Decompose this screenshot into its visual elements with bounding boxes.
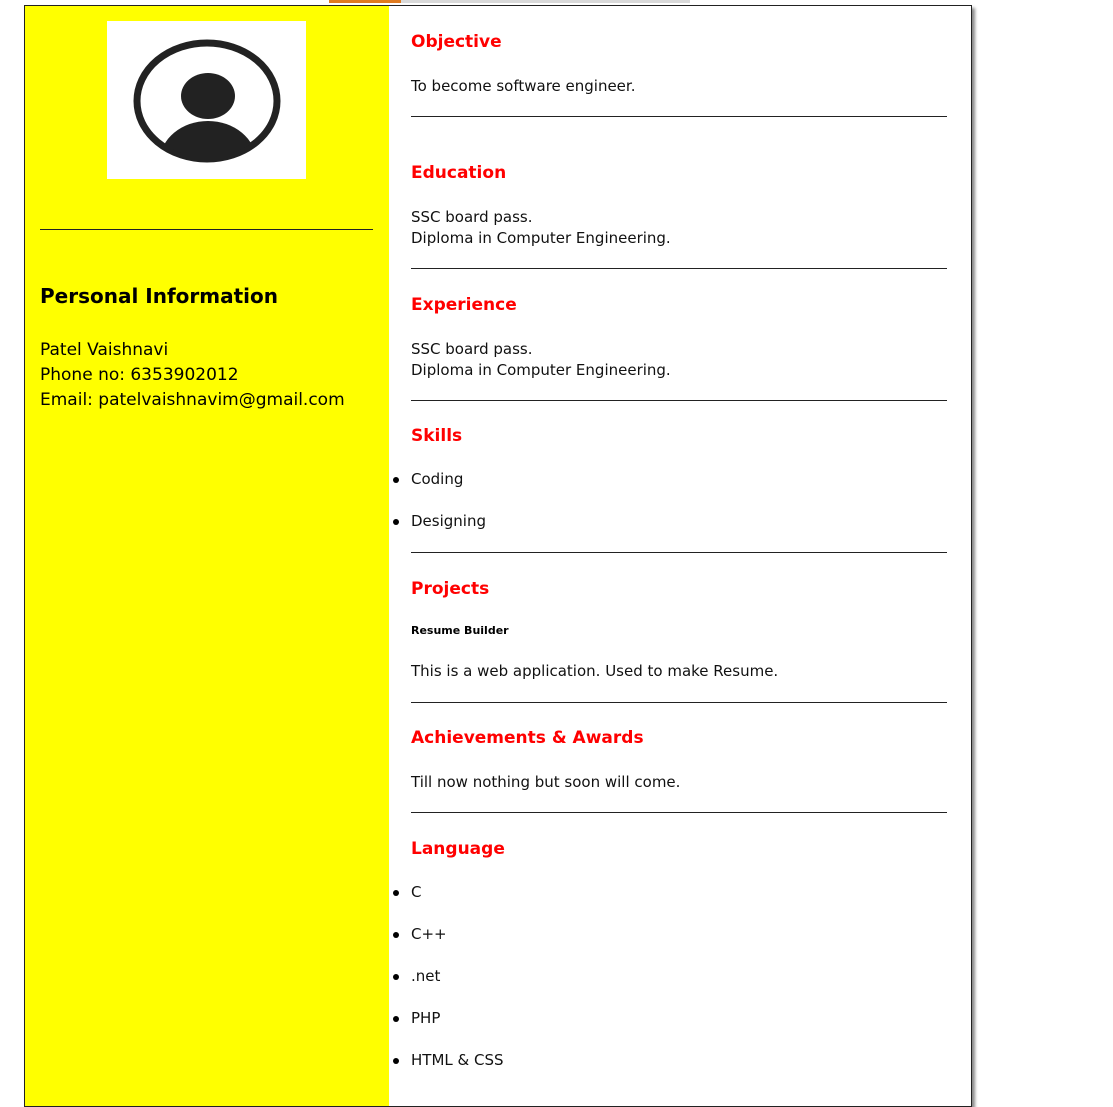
projects-title: Projects — [411, 579, 490, 599]
phone-number: Phone no: 6353902012 — [40, 365, 239, 385]
bullet-icon — [393, 932, 399, 938]
skill-label: Designing — [411, 512, 486, 530]
education-title: Education — [411, 163, 507, 183]
experience-title: Experience — [411, 295, 517, 315]
language-item: C++ — [393, 925, 447, 943]
section-divider — [411, 812, 947, 813]
achievements-line: Till now nothing but soon will come. — [411, 773, 681, 791]
bullet-icon — [393, 519, 399, 525]
main-content: Objective To become software engineer. E… — [393, 6, 947, 1106]
personal-info-heading: Personal Information — [40, 284, 278, 308]
skill-item: Coding — [393, 470, 464, 488]
language-label: C++ — [411, 925, 447, 943]
bullet-icon — [393, 974, 399, 980]
objective-text-line: To become software engineer. — [411, 77, 636, 95]
language-label: C — [411, 883, 422, 901]
language-item: PHP — [393, 1009, 441, 1027]
section-divider — [411, 268, 947, 269]
language-item: .net — [393, 967, 441, 985]
language-title: Language — [411, 839, 505, 859]
sidebar-divider — [40, 229, 373, 230]
left-sidebar: Personal Information Patel Vaishnavi Pho… — [25, 6, 389, 1106]
project-description: This is a web application. Used to make … — [411, 661, 778, 682]
objective-text: To become software engineer. — [411, 76, 635, 97]
active-tab-indicator — [329, 0, 401, 3]
language-item: HTML & CSS — [393, 1051, 504, 1069]
browser-tab-strip — [329, 0, 690, 3]
language-label: HTML & CSS — [411, 1051, 504, 1069]
bullet-icon — [393, 1016, 399, 1022]
skill-label: Coding — [411, 470, 464, 488]
experience-line: Diploma in Computer Engineering. — [411, 361, 671, 379]
resume-page: Personal Information Patel Vaishnavi Pho… — [24, 5, 972, 1107]
section-divider — [411, 552, 947, 553]
skills-title: Skills — [411, 426, 463, 446]
language-label: .net — [411, 967, 441, 985]
user-avatar-icon — [133, 39, 281, 163]
bullet-icon — [393, 477, 399, 483]
achievements-title: Achievements & Awards — [411, 728, 644, 748]
language-item: C — [393, 883, 422, 901]
objective-title: Objective — [411, 32, 502, 52]
experience-line: SSC board pass. — [411, 340, 533, 358]
project-name: Resume Builder — [411, 624, 509, 637]
education-line: Diploma in Computer Engineering. — [411, 229, 671, 247]
bullet-icon — [393, 890, 399, 896]
project-description-line: This is a web application. Used to make … — [411, 662, 779, 680]
section-divider — [411, 116, 947, 117]
personal-info-block: Patel Vaishnavi Phone no: 6353902012 Ema… — [40, 338, 345, 413]
language-label: PHP — [411, 1009, 441, 1027]
section-divider — [411, 400, 947, 401]
email-address: Email: patelvaishnavim@gmail.com — [40, 390, 345, 410]
person-name: Patel Vaishnavi — [40, 340, 169, 360]
education-line: SSC board pass. — [411, 208, 533, 226]
skill-item: Designing — [393, 512, 486, 530]
achievements-text: Till now nothing but soon will come. — [411, 772, 680, 793]
education-text: SSC board pass. Diploma in Computer Engi… — [411, 207, 671, 249]
bullet-icon — [393, 1058, 399, 1064]
profile-photo — [107, 21, 306, 179]
experience-text: SSC board pass. Diploma in Computer Engi… — [411, 339, 671, 381]
section-divider — [411, 702, 947, 703]
